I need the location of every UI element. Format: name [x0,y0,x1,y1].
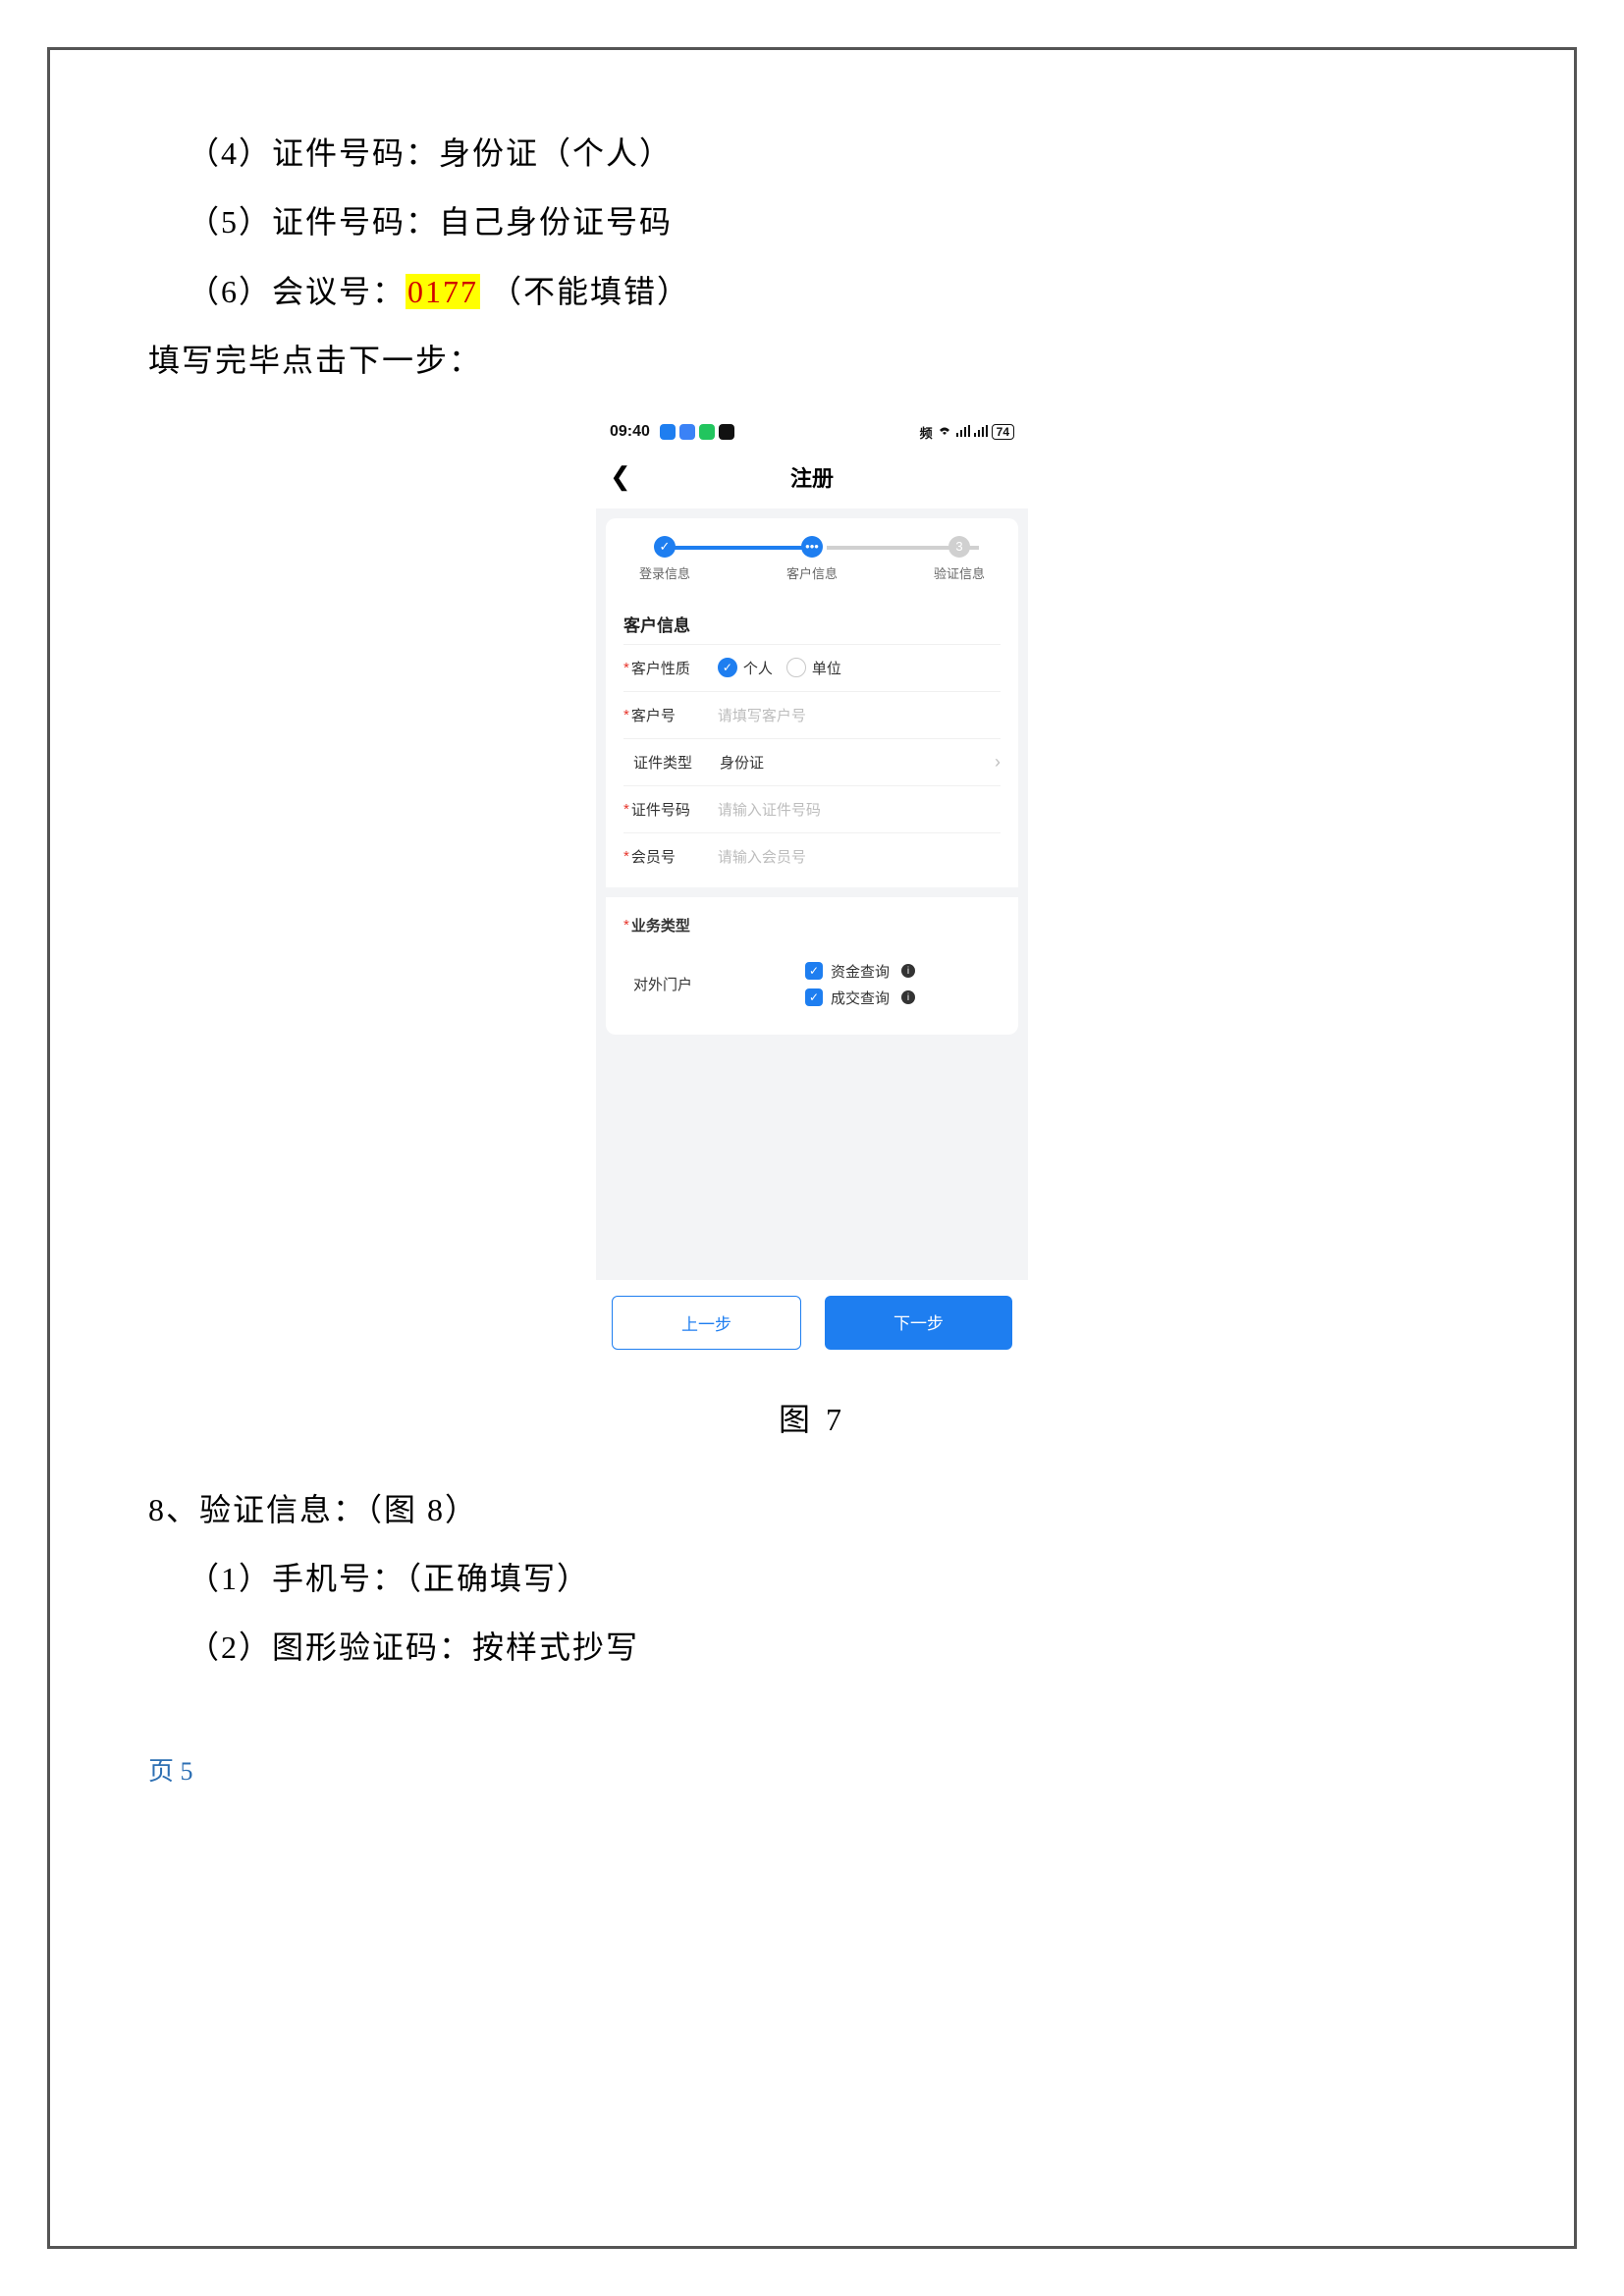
doc-line-nextstep: 填写完毕点击下一步： [148,326,1476,395]
radio-checked-icon: ✓ [718,658,737,677]
doc-line-4: （4）证件号码：身份证（个人） [188,119,1476,187]
figure-caption: 图 7 [148,1395,1476,1440]
section-title-biz: 业务类型 [631,915,718,935]
meeting-number-highlight: 0177 [406,274,480,309]
status-app-icon [660,424,676,440]
doc-line-8-1: （1）手机号：（正确填写） [188,1544,1476,1613]
label-customer-type: 客户性质 [631,658,718,678]
step-label: 客户信息 [786,563,838,582]
row-customer-no[interactable]: * 客户号 请填写客户号 [623,691,1001,738]
checkbox-checked-icon: ✓ [805,962,823,980]
row-customer-type: * 客户性质 ✓ 个人 单位 [623,644,1001,691]
checkbox-label: 成交查询 [831,988,890,1008]
battery-indicator: 74 [992,424,1014,440]
row-portal: 对外门户 ✓ 资金查询 i ✓ 成交查询 i [623,948,1001,1021]
signal-icon [956,425,970,440]
label-portal: 对外门户 [633,974,720,994]
id-no-input[interactable]: 请输入证件号码 [718,799,1001,820]
back-icon[interactable]: ❮ [610,461,631,492]
dots-icon: ••• [801,536,823,558]
customer-info-card: 客户信息 * 客户性质 ✓ 个人 单位 * 客户号 [606,594,1018,887]
label-id-type: 证件类型 [633,752,720,773]
radio-unchecked-icon [786,658,806,677]
required-mark: * [623,707,629,723]
step-indicator: ✓ 登录信息 ••• 客户信息 3 验证信息 [606,518,1018,594]
step-login-info: ✓ 登录信息 [625,536,704,582]
radio-personal[interactable]: ✓ 个人 [718,658,773,678]
label-customer-no: 客户号 [631,705,718,725]
required-mark: * [623,917,629,934]
step-verify-info: 3 验证信息 [920,536,999,582]
step-label: 验证信息 [934,563,985,582]
wifi-icon [937,425,952,440]
radio-label: 单位 [812,658,841,678]
row-member-no[interactable]: * 会员号 请输入会员号 [623,832,1001,880]
prev-button[interactable]: 上一步 [612,1296,801,1350]
business-type-card: * 业务类型 对外门户 ✓ 资金查询 i ✓ 成交查询 i [606,897,1018,1035]
customer-no-input[interactable]: 请填写客户号 [718,705,1001,725]
checkbox-fund-query[interactable]: ✓ 资金查询 i [805,961,915,982]
checkbox-label: 资金查询 [831,961,890,982]
status-app-icon [699,424,715,440]
member-no-input[interactable]: 请输入会员号 [718,846,1001,867]
doc-line-6-prefix: （6）会议号： [188,274,406,309]
next-button[interactable]: 下一步 [825,1296,1012,1350]
label-member-no: 会员号 [631,846,718,867]
checkbox-checked-icon: ✓ [805,988,823,1006]
step-label: 登录信息 [639,563,690,582]
id-type-value: 身份证 [720,752,764,773]
info-icon[interactable]: i [901,990,915,1004]
button-bar: 上一步 下一步 [596,1280,1028,1365]
section-title-customer: 客户信息 [623,598,1001,644]
doc-line-5: （5）证件号码：自己身份证号码 [188,187,1476,256]
step-number-icon: 3 [948,536,970,558]
nav-title: 注册 [790,461,834,493]
chevron-right-icon: › [995,752,1001,773]
status-app-icon [719,424,734,440]
row-id-type[interactable]: 证件类型 身份证 › [623,738,1001,785]
status-carrier-text: 频 [920,423,933,442]
page-number: 页 5 [148,1751,1476,1788]
label-id-no: 证件号码 [631,799,718,820]
step-customer-info: ••• 客户信息 [773,536,851,582]
doc-line-6: （6）会议号：0177 （不能填错） [188,257,1476,326]
required-mark: * [623,848,629,865]
check-icon: ✓ [654,536,676,558]
required-mark: * [623,660,629,676]
checkbox-deal-query[interactable]: ✓ 成交查询 i [805,988,915,1008]
doc-line-6-suffix: （不能填错） [480,274,690,309]
phone-screenshot: 09:40 频 74 ❮ 注册 [596,415,1028,1365]
doc-line-8: 8、验证信息：（图 8） [148,1475,1476,1544]
radio-company[interactable]: 单位 [786,658,841,678]
status-time: 09:40 [610,423,650,441]
doc-line-8-2: （2）图形验证码：按样式抄写 [188,1613,1476,1682]
info-icon[interactable]: i [901,964,915,978]
nav-bar: ❮ 注册 [596,450,1028,508]
radio-label: 个人 [743,658,773,678]
signal-icon [974,425,988,440]
status-bar: 09:40 频 74 [596,415,1028,450]
status-app-icon [679,424,695,440]
row-id-no[interactable]: * 证件号码 请输入证件号码 [623,785,1001,832]
required-mark: * [623,801,629,818]
